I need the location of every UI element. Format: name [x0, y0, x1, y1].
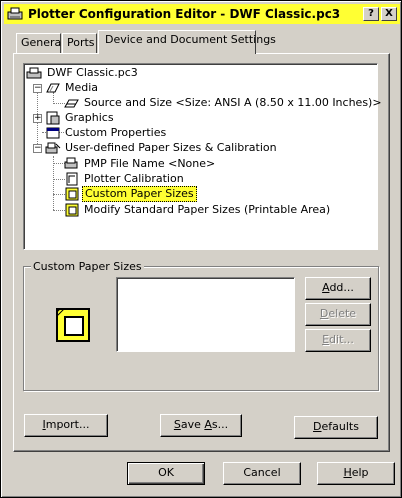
graphics-icon	[46, 111, 60, 125]
help-title-button[interactable]: ?	[363, 7, 379, 21]
collapse-icon[interactable]: −	[33, 84, 42, 93]
tree-item-label: User-defined Paper Sizes & Calibration	[65, 141, 277, 154]
import-button[interactable]: Import...	[24, 414, 108, 437]
pmp-file-icon	[64, 157, 78, 169]
help-button-mnemonic: H	[343, 466, 352, 479]
group-title: Custom Paper Sizes	[31, 260, 144, 273]
save-as-button[interactable]: Save As...	[160, 414, 242, 437]
custom-paper-sizes-list[interactable]	[116, 277, 295, 352]
tree-item-label: Source and Size <Size: ANSI A (8.50 x 11…	[84, 96, 382, 109]
expand-icon[interactable]: +	[33, 114, 42, 123]
delete-button-label: elete	[328, 307, 357, 320]
help-button-label: elp	[351, 466, 369, 479]
custom-paper-icon	[65, 187, 79, 201]
save-as-label-end: s...	[211, 418, 229, 431]
edit-button-mnemonic: E	[322, 333, 330, 346]
defaults-button-mnemonic: D	[313, 420, 322, 433]
tree-item-label: Graphics	[65, 111, 114, 124]
help-button[interactable]: Help	[317, 462, 395, 485]
add-button-label: dd...	[329, 281, 354, 294]
edit-button[interactable]: Edit...	[305, 329, 371, 352]
paper-source-icon	[64, 99, 79, 108]
edit-button-label: dit...	[329, 333, 354, 346]
tree-item-label: Custom Properties	[65, 126, 167, 139]
media-icon	[46, 83, 60, 94]
import-button-label: mport...	[45, 418, 90, 431]
save-as-label: ave	[180, 418, 205, 431]
cancel-button[interactable]: Cancel	[223, 462, 301, 485]
custom-properties-icon	[46, 127, 60, 139]
settings-tree[interactable]: DWF Classic.pc3 − Media Source and Size …	[23, 63, 382, 250]
tree-connector	[53, 156, 54, 210]
custom-paper-icon	[56, 308, 90, 342]
tab-general[interactable]: General	[16, 33, 64, 53]
close-button[interactable]: X	[381, 7, 397, 21]
tree-item-label: Custom Paper Sizes	[82, 186, 197, 202]
plotter-icon	[7, 7, 23, 20]
collapse-icon[interactable]: −	[33, 144, 42, 153]
plotter-icon	[26, 67, 42, 79]
user-defined-icon	[45, 142, 61, 154]
calibration-icon	[66, 172, 78, 186]
add-button[interactable]: Add...	[305, 277, 371, 300]
tree-item-label: PMP File Name <None>	[84, 157, 216, 170]
delete-button[interactable]: Delete	[305, 303, 371, 326]
ok-button[interactable]: OK	[127, 462, 205, 485]
tree-item-label: Modify Standard Paper Sizes (Printable A…	[84, 203, 331, 216]
defaults-button[interactable]: Defaults	[294, 416, 378, 439]
title-bar[interactable]: Plotter Configuration Editor - DWF Class…	[4, 4, 400, 24]
tab-ports[interactable]: Ports	[62, 33, 97, 53]
tree-item-label: Plotter Calibration	[84, 172, 184, 185]
defaults-button-label: efaults	[321, 420, 359, 433]
save-as-mnemonic-2: A	[204, 418, 212, 431]
save-as-mnemonic: S	[173, 418, 181, 431]
tree-item-label: DWF Classic.pc3	[47, 66, 138, 79]
modify-paper-icon	[65, 203, 79, 217]
dialog-window: Plotter Configuration Editor - DWF Class…	[0, 0, 402, 498]
tab-device-and-document-settings[interactable]: Device and Document Settings	[98, 30, 276, 54]
tree-item-label: Media	[65, 81, 99, 94]
window-title: Plotter Configuration Editor - DWF Class…	[28, 7, 341, 21]
